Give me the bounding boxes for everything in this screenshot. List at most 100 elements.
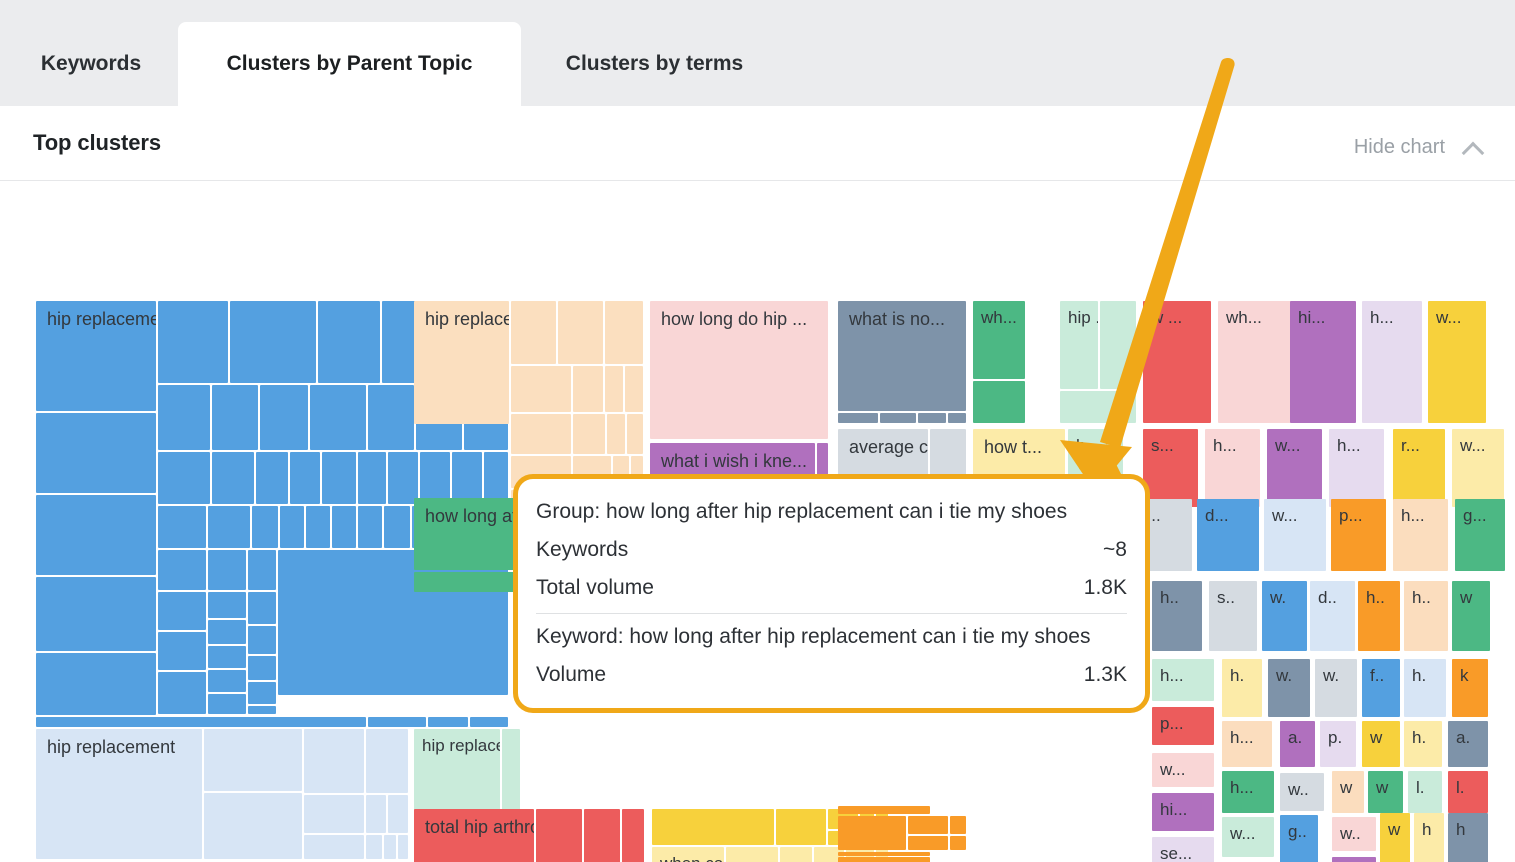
treemap-tile[interactable] xyxy=(573,414,605,454)
treemap-tile[interactable] xyxy=(1100,301,1136,389)
treemap-tile[interactable] xyxy=(536,809,582,862)
treemap-tile[interactable]: h. xyxy=(1222,659,1262,717)
treemap-tile[interactable] xyxy=(212,385,258,450)
treemap-tile[interactable] xyxy=(36,577,156,651)
treemap-tile[interactable]: h.. xyxy=(1404,581,1448,651)
treemap-tile[interactable]: w xyxy=(1362,721,1400,767)
treemap-tile[interactable]: se... xyxy=(1152,837,1214,862)
treemap-tile[interactable] xyxy=(306,506,330,548)
treemap-tile[interactable]: h... xyxy=(1222,721,1272,767)
treemap-tile[interactable] xyxy=(627,414,643,454)
treemap-tile[interactable]: s.. xyxy=(1209,581,1257,651)
treemap-tile[interactable]: a. xyxy=(1448,721,1488,767)
hide-chart-button[interactable]: Hide chart xyxy=(1354,136,1485,159)
treemap-tile[interactable]: hip replacement xyxy=(36,729,202,859)
treemap-tile[interactable] xyxy=(248,706,276,714)
treemap-tile[interactable] xyxy=(368,717,426,727)
treemap-tile[interactable] xyxy=(208,646,246,668)
treemap-tile[interactable] xyxy=(158,592,206,630)
treemap-tile[interactable]: w... xyxy=(1452,429,1504,507)
treemap-tile[interactable] xyxy=(652,809,774,845)
treemap-tile[interactable] xyxy=(398,835,408,859)
treemap-tile[interactable]: when can i slee... xyxy=(652,847,724,862)
treemap-tile[interactable]: l. xyxy=(1408,771,1442,813)
treemap-tile[interactable]: h... xyxy=(1205,429,1260,507)
treemap-tile[interactable]: w... xyxy=(1264,499,1326,571)
treemap-tile[interactable] xyxy=(230,301,316,383)
treemap-tile[interactable] xyxy=(366,795,386,833)
treemap-tile[interactable] xyxy=(366,835,382,859)
treemap-tile[interactable]: w. xyxy=(1262,581,1307,651)
treemap-tile[interactable] xyxy=(607,414,625,454)
treemap-tile[interactable] xyxy=(948,413,966,423)
treemap-tile[interactable]: hi... xyxy=(1290,301,1356,423)
treemap-tile[interactable]: h... xyxy=(1362,301,1422,423)
treemap-tile[interactable] xyxy=(158,452,210,504)
treemap-tile[interactable] xyxy=(158,550,206,590)
tab-clusters-by-parent-topic[interactable]: Clusters by Parent Topic xyxy=(178,22,521,106)
treemap-tile[interactable]: w... xyxy=(1152,753,1214,787)
treemap-tile[interactable] xyxy=(36,717,366,727)
treemap-tile[interactable] xyxy=(358,506,382,548)
treemap-tile[interactable] xyxy=(368,385,414,450)
treemap-tile[interactable] xyxy=(384,835,396,859)
treemap-tile[interactable] xyxy=(358,452,386,504)
treemap-tile[interactable]: how long do hip ... xyxy=(650,301,828,439)
treemap-tile[interactable]: w... xyxy=(1267,429,1322,507)
treemap-tile[interactable]: hip replace... xyxy=(414,729,500,821)
treemap-tile[interactable]: w.. xyxy=(1280,773,1324,811)
treemap-tile[interactable] xyxy=(1060,391,1136,423)
treemap-tile[interactable]: h. xyxy=(1404,721,1442,767)
treemap-tile[interactable]: s... xyxy=(1143,429,1198,507)
treemap-tile[interactable] xyxy=(280,506,304,548)
treemap-tile[interactable]: w xyxy=(1380,813,1410,862)
treemap-tile[interactable]: what is no... xyxy=(838,301,966,411)
treemap-tile[interactable] xyxy=(366,729,408,793)
treemap-tile[interactable]: total hip arthroplasty xyxy=(414,809,534,862)
treemap-tile[interactable] xyxy=(158,506,206,548)
treemap-tile[interactable] xyxy=(204,793,302,859)
treemap-tile[interactable]: hi... xyxy=(1152,793,1214,831)
treemap-tile[interactable] xyxy=(420,452,450,504)
treemap-tile[interactable] xyxy=(290,452,320,504)
treemap-tile[interactable]: k xyxy=(1452,659,1488,717)
treemap-tile[interactable] xyxy=(252,506,278,548)
treemap-tile[interactable] xyxy=(36,697,156,715)
treemap-tile[interactable] xyxy=(256,452,288,504)
treemap-tile[interactable]: w ... xyxy=(1143,301,1211,423)
treemap-tile[interactable]: hip replacement surgery xyxy=(414,301,509,424)
treemap-tile[interactable]: w xyxy=(1452,581,1490,651)
treemap-tile[interactable]: h... xyxy=(1222,771,1274,813)
treemap-tile[interactable] xyxy=(322,452,356,504)
treemap-tile[interactable] xyxy=(212,452,254,504)
treemap-tile[interactable]: wh... xyxy=(1218,301,1296,423)
treemap-tile[interactable] xyxy=(208,506,250,548)
treemap-tile[interactable]: g... xyxy=(1455,499,1505,571)
treemap-tile[interactable]: d.. xyxy=(1310,581,1355,651)
treemap-tile[interactable] xyxy=(625,366,643,412)
treemap-tile[interactable] xyxy=(573,456,611,476)
treemap-tile[interactable] xyxy=(780,847,812,862)
treemap-tile[interactable] xyxy=(208,670,246,692)
treemap-tile[interactable] xyxy=(36,495,156,575)
treemap-tile[interactable] xyxy=(838,816,906,850)
treemap-tile[interactable]: w xyxy=(1368,771,1403,813)
treemap-tile[interactable] xyxy=(158,672,206,714)
treemap-tile[interactable] xyxy=(428,717,468,727)
treemap-tile[interactable]: h xyxy=(1448,813,1488,862)
treemap-tile[interactable] xyxy=(918,413,946,423)
treemap-tile[interactable]: h. xyxy=(1404,659,1446,717)
treemap-tile[interactable] xyxy=(776,809,826,845)
treemap-tile[interactable] xyxy=(973,381,1025,423)
treemap-tile[interactable] xyxy=(950,816,966,834)
treemap-tile[interactable] xyxy=(248,656,276,680)
treemap-tile[interactable] xyxy=(208,694,246,714)
treemap-tile[interactable] xyxy=(304,729,364,793)
treemap-tile[interactable] xyxy=(260,385,308,450)
treemap-tile[interactable]: p... xyxy=(1331,499,1386,571)
treemap-tile[interactable] xyxy=(880,413,916,423)
treemap-tile[interactable] xyxy=(502,729,520,821)
treemap-tile[interactable] xyxy=(605,366,623,412)
treemap-tile[interactable] xyxy=(613,456,629,476)
treemap-tile[interactable]: wh... xyxy=(973,301,1025,379)
